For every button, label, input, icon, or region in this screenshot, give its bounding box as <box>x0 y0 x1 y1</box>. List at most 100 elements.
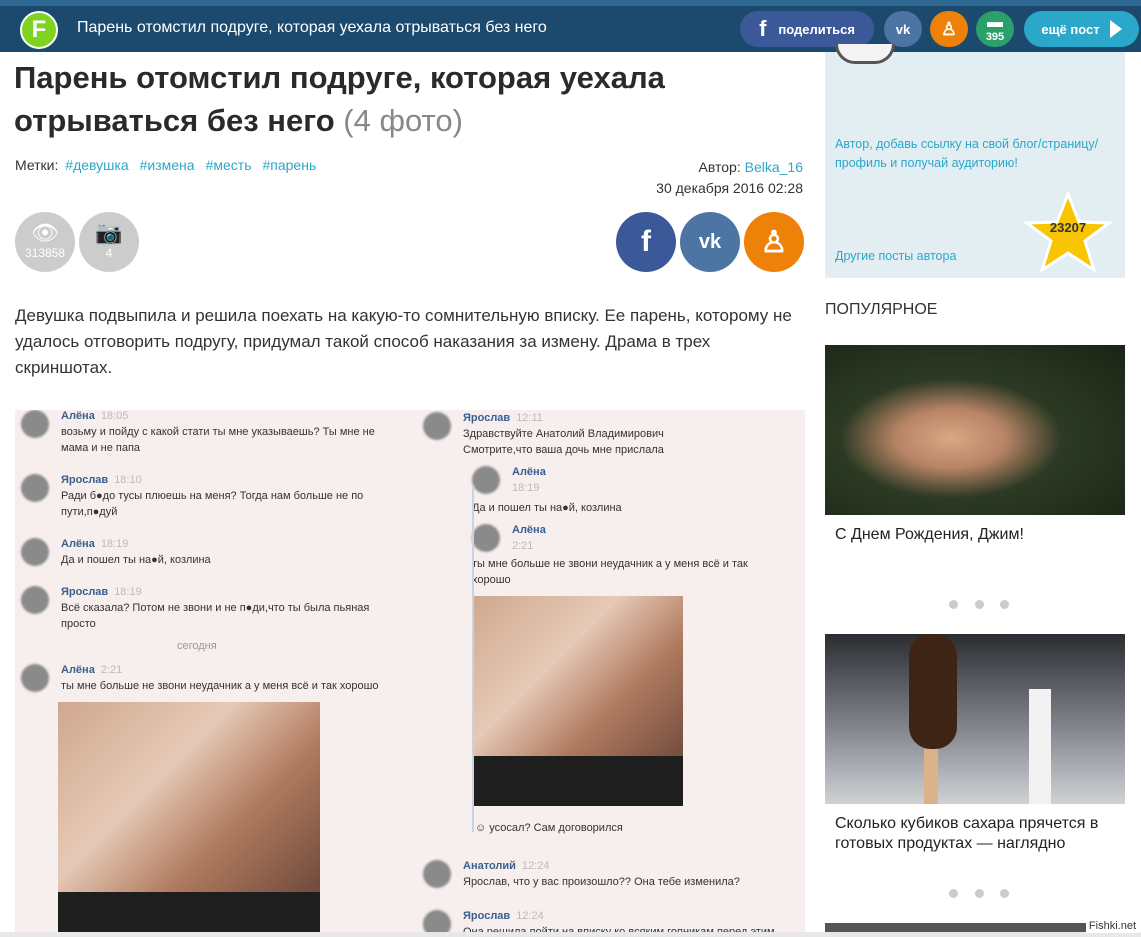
message-text: Всё сказала? Потом не звони и не п●ди,чт… <box>61 602 370 630</box>
chat-message: Ярослав 12:11 Здравствуйте Анатолий Влади… <box>423 412 803 456</box>
author-box: Автор, добавь ссылку на свой блог/страни… <box>825 44 1125 278</box>
avatar <box>21 664 49 692</box>
ok-icon: ♙ <box>760 225 788 259</box>
article-title-text: Парень отомстил подруге, которая уехала … <box>14 60 665 138</box>
sender-name: Алёна <box>61 664 95 676</box>
popular-card-image[interactable] <box>825 634 1125 804</box>
sender-name: Ярослав <box>463 412 511 424</box>
tag-link[interactable]: #парень <box>262 157 316 173</box>
message-time: 18:19 <box>512 482 540 494</box>
ok-share-circle[interactable]: ♙ <box>744 212 804 272</box>
dot[interactable] <box>974 889 984 898</box>
tag-link[interactable]: #измена <box>140 157 195 173</box>
ice-cream-picture <box>909 634 1051 804</box>
comments-button[interactable]: ▬ 395 <box>976 11 1014 47</box>
chat-photo <box>58 702 320 937</box>
camera-icon: 📷 <box>95 220 123 245</box>
message-time: 2:21 <box>100 664 123 676</box>
chat-message: Ярослав 18:19 Всё сказала? Потом не звони… <box>21 586 401 630</box>
message-text: Да и пошел ты на●й, козлина <box>472 502 622 514</box>
site-logo[interactable]: F <box>20 11 58 49</box>
author-rating: 23207 <box>1049 220 1087 235</box>
sender-name: Анатолий <box>463 860 516 872</box>
carousel-dots <box>949 889 1009 898</box>
dot[interactable] <box>974 600 984 609</box>
watermark: Fishki.net <box>1085 919 1139 933</box>
chat-message: ☺ усосал? Сам договорился <box>475 818 775 838</box>
tag-link[interactable]: #девушка <box>65 157 128 173</box>
author-info: Автор: Belka_16 30 декабря 2016 02:28 <box>656 157 803 199</box>
facebook-share-circle[interactable]: f <box>616 212 676 272</box>
sender-name: Алёна <box>61 410 95 422</box>
avatar <box>423 860 451 888</box>
message-text: ☺ усосал? Сам договорился <box>475 822 623 834</box>
censor-bar <box>472 756 683 806</box>
facebook-icon: f <box>759 16 767 41</box>
message-text: возьму и пойду с какой стати ты мне указ… <box>61 426 375 454</box>
chat-message: Анатолий 12:24 Ярослав, что у вас произош… <box>423 860 803 900</box>
message-time: 18:19 <box>100 538 129 550</box>
ok-icon: ♙ <box>940 18 958 39</box>
views-count: 313858 <box>24 246 66 260</box>
chat-message: Алёна 18:05 возьму и пойду с какой стати … <box>21 410 401 454</box>
photos-count: 4 <box>105 246 113 260</box>
sender-name: Ярослав <box>61 474 109 486</box>
dot[interactable] <box>949 889 958 898</box>
message-time: 18:19 <box>114 586 142 598</box>
forwarded-message: Алёна 2:21 ты мне больше не звони неудач… <box>472 524 792 586</box>
quote-bar <box>472 486 474 832</box>
forwarded-message: Алёна 18:19 Да и пошел ты на●й, козлина <box>472 466 792 514</box>
author-link[interactable]: Belka_16 <box>745 159 803 175</box>
dot[interactable] <box>1000 889 1009 898</box>
popular-card-image[interactable] <box>825 345 1125 515</box>
vk-icon: vk <box>698 230 722 253</box>
tag-link[interactable]: #месть <box>206 157 252 173</box>
dot[interactable] <box>949 600 958 609</box>
post-date: 30 декабря 2016 02:28 <box>656 180 803 196</box>
chat-screenshot: Алёна 18:05 возьму и пойду с какой стати … <box>15 410 805 937</box>
popular-heading: ПОПУЛЯРНОЕ <box>825 301 938 318</box>
message-time: 12:24 <box>521 860 550 872</box>
vk-icon: vk <box>895 21 911 37</box>
next-post-button[interactable]: ещё пост <box>1024 11 1139 47</box>
message-time: 12:11 <box>516 412 543 424</box>
article-title: Парень отомстил подруге, которая уехала … <box>14 56 774 142</box>
top-stripe <box>0 0 1141 6</box>
message-text: ты мне больше не звони неудачник а у мен… <box>61 680 379 692</box>
chat-message: Ярослав 18:10 Ради б●до тусы плюешь на ме… <box>21 474 401 518</box>
avatar <box>423 412 451 440</box>
vk-share-circle[interactable]: vk <box>680 212 740 272</box>
share-label: поделиться <box>778 21 855 37</box>
censor-bar <box>58 892 320 937</box>
eye-icon: 👁 <box>31 220 59 245</box>
facebook-icon: f <box>641 225 651 258</box>
ok-share-button[interactable]: ♙ <box>930 11 968 47</box>
sender-name: Алёна <box>512 466 546 478</box>
tags: Метки: #девушка #измена #месть #парень <box>15 157 324 173</box>
chat-message: Алёна 2:21 ты мне больше не звони неудачн… <box>21 664 411 694</box>
author-hint-link[interactable]: Автор, добавь ссылку на свой блог/страни… <box>835 135 1120 173</box>
sender-name: Ярослав <box>463 910 511 922</box>
sender-name: Алёна <box>61 538 95 550</box>
avatar <box>472 466 500 494</box>
sender-name: Алёна <box>512 524 546 536</box>
message-text: Здравствуйте Анатолий Владимирович Смотр… <box>463 428 664 456</box>
top-bar: F Парень отомстил подруге, которая уехал… <box>0 0 1141 52</box>
comments-count: 395 <box>985 31 1005 43</box>
chat-photo <box>472 596 683 806</box>
popular-card-title[interactable]: С Днем Рождения, Джим! <box>835 525 1120 545</box>
popular-card-title[interactable]: Сколько кубиков сахара прячется в готовы… <box>835 814 1120 854</box>
chat-message: Алёна 18:19 Да и пошел ты на●й, козлина <box>21 538 401 568</box>
vk-share-button[interactable]: vk <box>884 11 922 47</box>
other-posts-link[interactable]: Другие посты автора <box>835 249 956 263</box>
photos-badge: 📷 4 <box>79 212 139 272</box>
article-lead: Девушка подвыпила и решила поехать на ка… <box>15 306 792 377</box>
views-badge: 👁 313858 <box>15 212 75 272</box>
author-avatar[interactable] <box>835 44 895 64</box>
message-time: 18:10 <box>114 474 142 486</box>
message-text: Ради б●до тусы плюешь на меня? Тогда нам… <box>61 490 364 518</box>
tags-label: Метки: <box>15 157 59 173</box>
dot[interactable] <box>1000 600 1009 609</box>
facebook-share-button[interactable]: f поделиться <box>740 11 874 47</box>
avatar <box>472 524 500 552</box>
